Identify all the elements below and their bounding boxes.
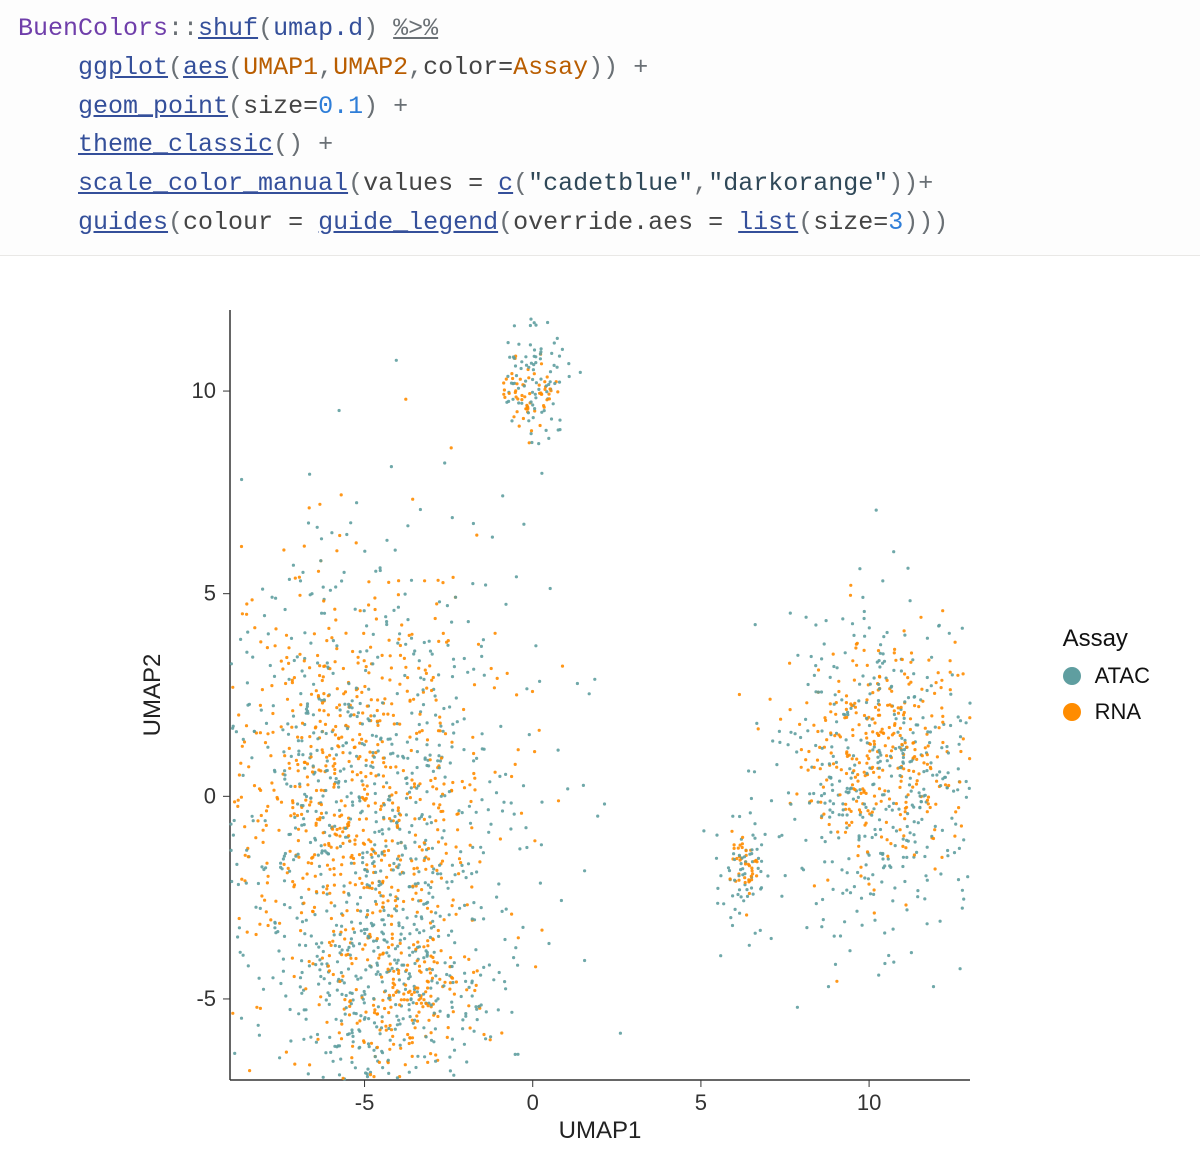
svg-text:UMAP1: UMAP1	[559, 1117, 642, 1140]
legend-dot-atac	[1063, 667, 1081, 685]
svg-text:-5: -5	[196, 986, 216, 1011]
svg-text:5: 5	[695, 1090, 707, 1115]
legend-label-rna: RNA	[1095, 699, 1141, 725]
legend-item-atac: ATAC	[1063, 663, 1150, 689]
svg-text:10: 10	[857, 1090, 881, 1115]
svg-text:0: 0	[204, 783, 216, 808]
legend-item-rna: RNA	[1063, 699, 1150, 725]
legend-title: Assay	[1063, 625, 1150, 653]
umap-plot: -5 0 5 10 -5 0 5 10 UMAP1 UMAP2 Assay ATAC RNA	[50, 300, 1180, 1140]
legend: Assay ATAC RNA	[1063, 625, 1150, 735]
legend-label-atac: ATAC	[1095, 663, 1150, 689]
code-block: BuenColors::shuf(umap.d) %>% ggplot(aes(…	[0, 0, 1200, 256]
svg-text:5: 5	[204, 581, 216, 606]
legend-dot-rna	[1063, 703, 1081, 721]
svg-text:10: 10	[192, 378, 216, 403]
svg-text:UMAP2: UMAP2	[139, 654, 166, 737]
svg-text:-5: -5	[355, 1090, 375, 1115]
svg-text:0: 0	[527, 1090, 539, 1115]
